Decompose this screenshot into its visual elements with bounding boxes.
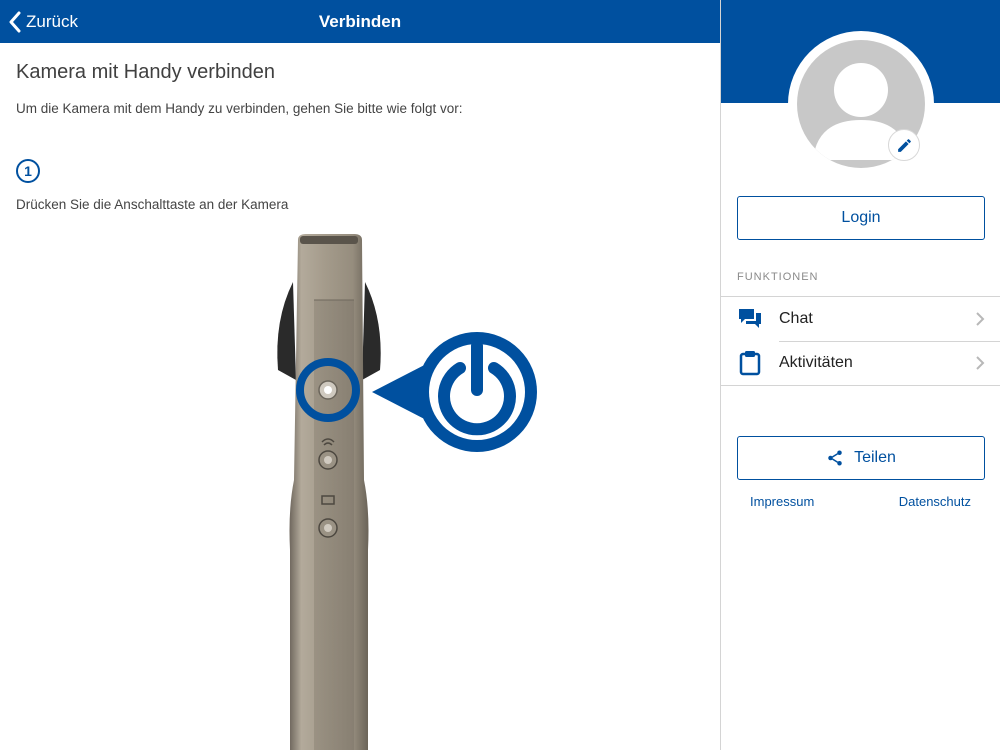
chevron-left-icon xyxy=(9,11,21,32)
navigation-bar: Zurück Verbinden xyxy=(0,0,720,43)
back-button-label: Zurück xyxy=(26,11,78,31)
page-header-title: Verbinden xyxy=(318,12,402,31)
share-button-label: Teilen xyxy=(854,449,896,466)
main-pane: Zurück Verbinden Kamera mit Handy verbin… xyxy=(0,0,720,750)
edit-avatar-button[interactable] xyxy=(888,129,920,161)
chevron-right-icon xyxy=(976,356,985,370)
clipboard-icon xyxy=(737,350,763,376)
intro-text: Um die Kamera mit dem Handy zu verbinden… xyxy=(16,101,463,116)
datenschutz-link[interactable]: Datenschutz xyxy=(899,494,971,509)
share-icon xyxy=(828,450,842,466)
impressum-link[interactable]: Impressum xyxy=(750,494,814,509)
step-instruction: Drücken Sie die Anschalttaste an der Kam… xyxy=(16,197,289,212)
chat-icon xyxy=(737,306,763,332)
login-button[interactable]: Login xyxy=(737,196,985,240)
side-panel: Login FUNKTIONEN Chat Aktivitäten Teilen… xyxy=(720,0,1000,750)
page-title: Kamera mit Handy verbinden xyxy=(16,61,276,83)
step-number-badge: 1 xyxy=(16,159,40,183)
back-button[interactable]: Zurück xyxy=(8,0,78,43)
menu-item-label: Aktivitäten xyxy=(779,354,853,371)
pencil-icon xyxy=(897,138,911,152)
menu-item-activities[interactable]: Aktivitäten xyxy=(721,341,1000,385)
menu-item-chat[interactable]: Chat xyxy=(721,297,1000,341)
camera-power-button-illustration xyxy=(277,234,537,750)
section-label-functions: FUNKTIONEN xyxy=(737,271,819,283)
share-button[interactable]: Teilen xyxy=(737,436,985,480)
functions-menu: Chat Aktivitäten xyxy=(721,296,1000,386)
chevron-right-icon xyxy=(976,312,985,326)
menu-item-label: Chat xyxy=(779,310,813,327)
